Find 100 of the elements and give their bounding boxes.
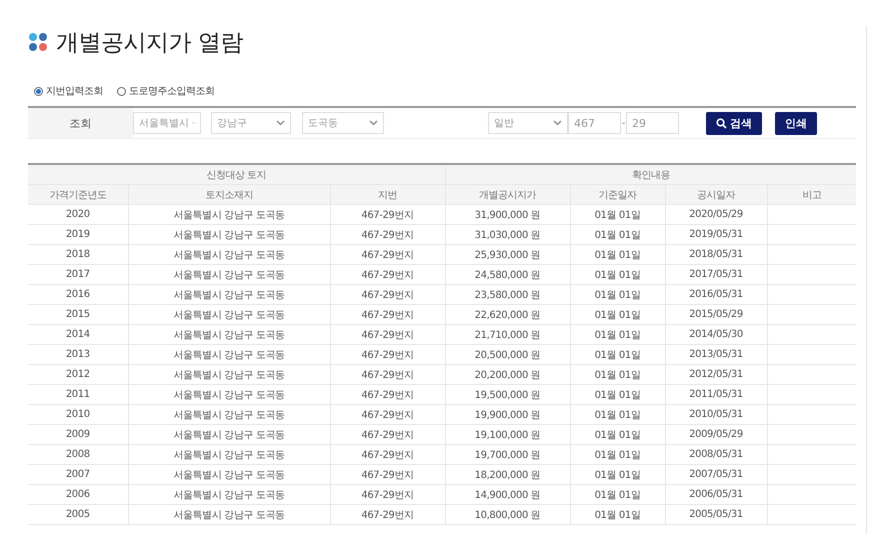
main-number-field[interactable]: 467 — [568, 112, 621, 134]
table-cell: 2010 — [28, 404, 128, 424]
table-cell: 01월 01일 — [570, 304, 665, 324]
chevron-icon — [276, 120, 285, 126]
table-cell: 01월 01일 — [570, 244, 665, 264]
table-cell: 01월 01일 — [570, 404, 665, 424]
table-cell: 서울특별시 강남구 도곡동 — [128, 504, 330, 524]
table-cell: 2015 — [28, 304, 128, 324]
dong-select[interactable]: 도곡동 — [302, 112, 384, 134]
page-title: 개별공시지가 열람 — [56, 28, 243, 58]
table-cell: 01월 01일 — [570, 444, 665, 464]
table-cell: 2009 — [28, 424, 128, 444]
table-cell: 467-29번지 — [330, 364, 445, 384]
table-cell: 2020 — [28, 204, 128, 224]
table-cell: 14,900,000 원 — [445, 484, 570, 504]
table-cell: 서울특별시 강남구 도곡동 — [128, 284, 330, 304]
table-cell: 2014 — [28, 324, 128, 344]
land-type-select[interactable]: 일반 — [488, 112, 568, 134]
table-cell: 2012/05/31 — [665, 364, 767, 384]
table-cell: 467-29번지 — [330, 504, 445, 524]
table-cell: 2007/05/31 — [665, 464, 767, 484]
table-cell: 2010/05/31 — [665, 404, 767, 424]
table-cell: 10,800,000 원 — [445, 504, 570, 524]
district-select[interactable]: 강남구 — [211, 112, 291, 134]
city-select[interactable]: 서울특별시 — [133, 112, 201, 134]
column-header: 가격기준년도 — [28, 184, 128, 204]
table-cell: 01월 01일 — [570, 504, 665, 524]
table-cell: 2008 — [28, 444, 128, 464]
table-cell: 서울특별시 강남구 도곡동 — [128, 344, 330, 364]
table-cell: 2012 — [28, 364, 128, 384]
table-cell: 서울특별시 강남구 도곡동 — [128, 324, 330, 344]
table-cell: 467-29번지 — [330, 464, 445, 484]
table-cell: 24,580,000 원 — [445, 264, 570, 284]
table-cell: 31,030,000 원 — [445, 224, 570, 244]
table-cell: 467-29번지 — [330, 284, 445, 304]
table-cell: 467-29번지 — [330, 344, 445, 364]
table-cell: 467-29번지 — [330, 304, 445, 324]
group-header: 신청대상 토지 — [28, 164, 445, 184]
chevron-icon — [553, 120, 562, 126]
table-cell: 01월 01일 — [570, 344, 665, 364]
search-button[interactable]: 검색 — [706, 112, 762, 134]
table-cell: 22,620,000 원 — [445, 304, 570, 324]
table-cell: 31,900,000 원 — [445, 204, 570, 224]
table-cell: 서울특별시 강남구 도곡동 — [128, 424, 330, 444]
table-cell: 2008/05/31 — [665, 444, 767, 464]
table-cell: 서울특별시 강남구 도곡동 — [128, 264, 330, 284]
sub-number-field[interactable]: 29 — [626, 112, 679, 134]
table-cell: 19,700,000 원 — [445, 444, 570, 464]
table-cell: 2014/05/30 — [665, 324, 767, 344]
table-cell: 서울특별시 강남구 도곡동 — [128, 464, 330, 484]
table-cell: 467-29번지 — [330, 384, 445, 404]
table-cell: 2009/05/29 — [665, 424, 767, 444]
print-button[interactable]: 인쇄 — [775, 112, 817, 134]
table-cell: 467-29번지 — [330, 224, 445, 244]
table-cell: 467-29번지 — [330, 324, 445, 344]
table-cell: 467-29번지 — [330, 444, 445, 464]
table-cell: 2016/05/31 — [665, 284, 767, 304]
table-cell: 01월 01일 — [570, 384, 665, 404]
table-cell: 01월 01일 — [570, 484, 665, 504]
table-cell: 서울특별시 강남구 도곡동 — [128, 364, 330, 384]
column-header: 지번 — [330, 184, 445, 204]
table-cell: 2017 — [28, 264, 128, 284]
table-cell: 2019 — [28, 224, 128, 244]
table-cell: 서울특별시 강남구 도곡동 — [128, 384, 330, 404]
dots-logo-icon — [28, 32, 48, 52]
radio-option[interactable]: 지번입력조회 — [34, 84, 103, 98]
table-cell: 2006 — [28, 484, 128, 504]
table-cell: 2018/05/31 — [665, 244, 767, 264]
radio-option[interactable]: 도로명주소입력조회 — [117, 84, 214, 98]
table-cell: 2005/05/31 — [665, 504, 767, 524]
table-cell: 서울특별시 강남구 도곡동 — [128, 224, 330, 244]
table-cell: 서울특별시 강남구 도곡동 — [128, 484, 330, 504]
column-header: 토지소재지 — [128, 184, 330, 204]
table-cell: 2006/05/31 — [665, 484, 767, 504]
table-cell: 467-29번지 — [330, 244, 445, 264]
table-cell: 서울특별시 강남구 도곡동 — [128, 304, 330, 324]
chevron-icon — [369, 120, 378, 126]
table-cell: 01월 01일 — [570, 464, 665, 484]
table-cell: 2011/05/31 — [665, 384, 767, 404]
search-icon — [716, 118, 727, 128]
table-cell: 467-29번지 — [330, 404, 445, 424]
table-cell: 25,930,000 원 — [445, 244, 570, 264]
table-cell: 01월 01일 — [570, 224, 665, 244]
table-cell: 19,500,000 원 — [445, 384, 570, 404]
column-header: 비고 — [767, 184, 856, 204]
table-cell: 18,200,000 원 — [445, 464, 570, 484]
table-cell: 20,500,000 원 — [445, 344, 570, 364]
table-cell: 01월 01일 — [570, 204, 665, 224]
query-label: 조회 — [28, 108, 133, 138]
column-header: 기준일자 — [570, 184, 665, 204]
table-cell: 2020/05/29 — [665, 204, 767, 224]
table-cell: 서울특별시 강남구 도곡동 — [128, 204, 330, 224]
group-header: 확인내용 — [445, 164, 856, 184]
table-cell: 467-29번지 — [330, 424, 445, 444]
table-cell: 2011 — [28, 384, 128, 404]
table-cell: 21,710,000 원 — [445, 324, 570, 344]
table-cell: 2005 — [28, 504, 128, 524]
table-cell: 01월 01일 — [570, 284, 665, 304]
column-header: 공시일자 — [665, 184, 767, 204]
table-cell: 01월 01일 — [570, 424, 665, 444]
